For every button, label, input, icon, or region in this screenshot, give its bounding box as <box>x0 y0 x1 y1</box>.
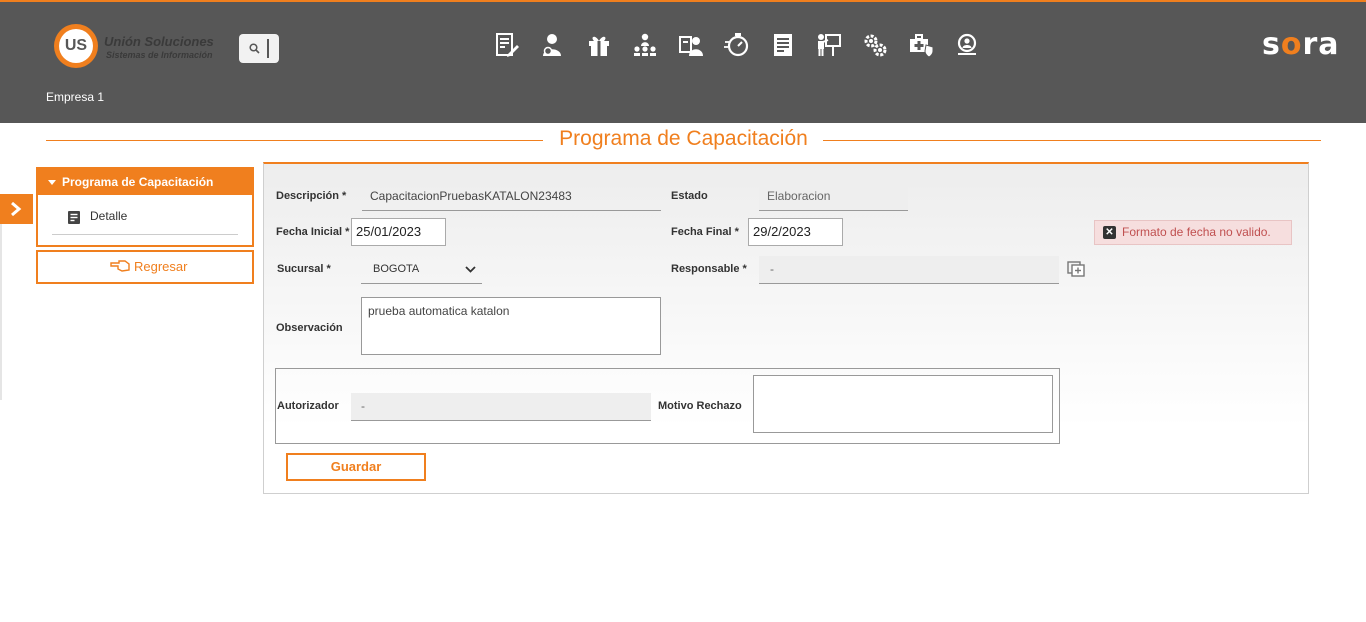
responsable-field: - <box>759 256 1059 284</box>
search-person-icon[interactable] <box>954 32 980 58</box>
estado-label: Estado <box>671 190 708 202</box>
fecha-final-input[interactable]: 29/2/2023 <box>748 218 843 246</box>
back-button[interactable]: Regresar <box>36 250 254 284</box>
company-name: Empresa 1 <box>46 90 105 104</box>
autorizador-label: Autorizador <box>277 400 339 412</box>
logo-name: Unión Soluciones <box>104 34 214 49</box>
date-error-message: ✕ Formato de fecha no valido. <box>1094 220 1292 245</box>
error-text: Formato de fecha no valido. <box>1122 225 1271 239</box>
search-button[interactable] <box>239 34 279 63</box>
sidebar-edge <box>0 224 2 400</box>
health-kit-icon[interactable] <box>908 32 934 58</box>
sucursal-select[interactable]: BOGOTA <box>361 256 482 284</box>
sucursal-selected-value: BOGOTA <box>373 263 420 275</box>
motivo-rechazo-label: Motivo Rechazo <box>658 400 742 412</box>
employee-card-icon[interactable] <box>678 32 704 58</box>
chevron-down-icon <box>465 266 476 273</box>
estado-field: Elaboracion <box>759 183 908 211</box>
add-responsable-icon[interactable] <box>1067 261 1085 277</box>
menu-section-header[interactable]: Programa de Capacitación <box>38 169 252 195</box>
document-icon[interactable] <box>770 32 796 58</box>
motivo-rechazo-textarea[interactable] <box>753 375 1053 433</box>
training-icon[interactable] <box>816 32 842 58</box>
page-title: Programa de Capacitación <box>46 127 1321 151</box>
error-x-icon: ✕ <box>1103 226 1116 239</box>
fecha-inicial-input[interactable]: 25/01/2023 <box>351 218 446 246</box>
contract-edit-icon[interactable] <box>494 32 520 58</box>
back-button-label: Regresar <box>134 259 188 274</box>
observacion-label: Observación <box>276 322 343 334</box>
responsable-label: Responsable * <box>671 263 747 275</box>
autorizador-field: - <box>351 393 651 421</box>
caret-down-icon <box>48 180 56 185</box>
org-chart-icon[interactable] <box>632 32 658 58</box>
timer-icon[interactable] <box>724 32 750 58</box>
observacion-textarea[interactable]: prueba automatica katalon <box>361 297 661 355</box>
search-divider <box>267 39 269 58</box>
logo-mark: US <box>54 24 98 68</box>
fecha-final-label: Fecha Final * <box>671 226 739 238</box>
sora-brand-logo[interactable]: sora <box>1262 30 1340 60</box>
logo-tagline: Sistemas de Información <box>106 50 213 60</box>
sidebar-toggle-button[interactable] <box>0 194 33 224</box>
menu-item-label: Detalle <box>90 209 128 223</box>
menu-item-detalle[interactable]: Detalle <box>52 195 238 235</box>
menu-section-title: Programa de Capacitación <box>62 175 214 189</box>
company-logo[interactable]: US Unión Soluciones Sistemas de Informac… <box>54 24 222 68</box>
page-title-bar: Programa de Capacitación <box>46 126 1321 154</box>
point-left-hand-icon <box>110 260 130 272</box>
side-menu: Programa de Capacitación Detalle <box>36 167 254 247</box>
gift-icon[interactable] <box>586 32 612 58</box>
descripcion-label: Descripción * <box>276 190 347 202</box>
page-title-text: Programa de Capacitación <box>551 127 816 150</box>
search-icon <box>249 43 260 54</box>
settings-gears-icon[interactable] <box>862 32 888 58</box>
user-payroll-icon[interactable] <box>540 32 566 58</box>
top-bar: US Unión Soluciones Sistemas de Informac… <box>0 0 1366 123</box>
logo-mark-text: US <box>59 29 93 63</box>
detail-doc-icon <box>68 211 80 224</box>
descripcion-field[interactable]: CapacitacionPruebasKATALON23483 <box>362 183 661 211</box>
sucursal-label: Sucursal * <box>277 263 331 275</box>
fecha-inicial-label: Fecha Inicial * <box>276 226 350 238</box>
chevron-right-icon <box>11 202 22 216</box>
save-button[interactable]: Guardar <box>286 453 426 481</box>
